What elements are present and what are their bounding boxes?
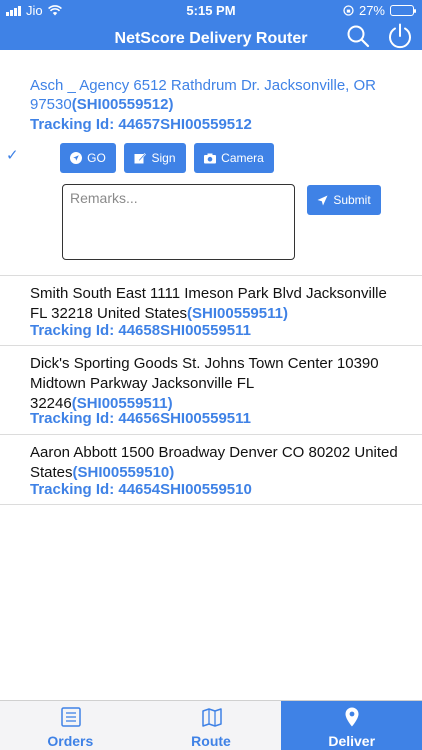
order-tracking: Tracking Id: 44658SHI00559511 xyxy=(30,322,251,339)
camera-icon xyxy=(204,153,217,163)
status-right: 27% xyxy=(343,3,416,18)
active-order-address: Asch _ Agency 6512 Rathdrum Dr. Jacksonv… xyxy=(30,77,376,113)
shipment-id: (SHI00559511) xyxy=(187,305,288,322)
active-order[interactable]: ✓ Asch _ Agency 6512 Rathdrum Dr. Jackso… xyxy=(0,50,422,276)
tab-deliver[interactable]: Deliver xyxy=(281,701,422,750)
shipment-id: (SHI00559512) xyxy=(71,96,174,113)
orientation-lock-icon xyxy=(343,5,354,16)
list-icon xyxy=(61,707,81,727)
map-icon xyxy=(201,708,222,727)
order-address: Aaron Abbott 1500 Broadway Denver CO 802… xyxy=(30,444,398,481)
camera-button[interactable]: Camera xyxy=(194,143,274,173)
tab-orders-label: Orders xyxy=(47,733,94,749)
order-tracking: Tracking Id: 44654SHI00559510 xyxy=(30,481,252,498)
search-icon[interactable] xyxy=(346,24,370,48)
go-button-label: GO xyxy=(87,151,106,165)
order-list: ✓ Asch _ Agency 6512 Rathdrum Dr. Jackso… xyxy=(0,50,422,700)
power-icon[interactable] xyxy=(386,22,414,50)
tab-deliver-label: Deliver xyxy=(328,733,376,749)
submit-button[interactable]: Submit xyxy=(307,185,381,215)
tab-orders[interactable]: Orders xyxy=(0,701,141,750)
shipment-id: (SHI00559510) xyxy=(72,464,175,481)
order-tracking: Tracking Id: 44656SHI00559511 xyxy=(30,410,251,427)
battery-percent: 27% xyxy=(358,3,385,18)
send-icon xyxy=(317,195,328,205)
tab-bar: Orders Route Deliver xyxy=(0,700,422,750)
app-header: Jio 5:15 PM 27% NetScore Delivery Router xyxy=(0,0,422,50)
submit-button-label: Submit xyxy=(333,193,371,207)
map-pin-icon xyxy=(345,707,359,727)
battery-icon xyxy=(390,5,416,16)
navigation-icon xyxy=(70,152,83,164)
go-button[interactable]: GO xyxy=(60,143,116,173)
tab-route-label: Route xyxy=(191,733,231,749)
sign-button-label: Sign xyxy=(151,151,176,165)
status-bar: Jio 5:15 PM 27% xyxy=(0,0,422,22)
camera-button-label: Camera xyxy=(221,151,264,165)
order-list-item[interactable]: Smith South East 1111 Imeson Park Blvd J… xyxy=(0,276,422,346)
order-address: Dick's Sporting Goods St. Johns Town Cen… xyxy=(30,355,379,412)
sign-button[interactable]: Sign xyxy=(124,143,186,173)
order-list-item[interactable]: Dick's Sporting Goods St. Johns Town Cen… xyxy=(0,346,422,435)
tab-route[interactable]: Route xyxy=(141,701,282,750)
check-icon: ✓ xyxy=(6,147,19,164)
edit-icon xyxy=(134,153,147,164)
active-order-tracking: Tracking Id: 44657SHI00559512 xyxy=(30,116,252,133)
remarks-input[interactable] xyxy=(62,184,295,260)
order-list-item[interactable]: Aaron Abbott 1500 Broadway Denver CO 802… xyxy=(0,435,422,505)
order-address: Smith South East 1111 Imeson Park Blvd J… xyxy=(30,285,387,322)
